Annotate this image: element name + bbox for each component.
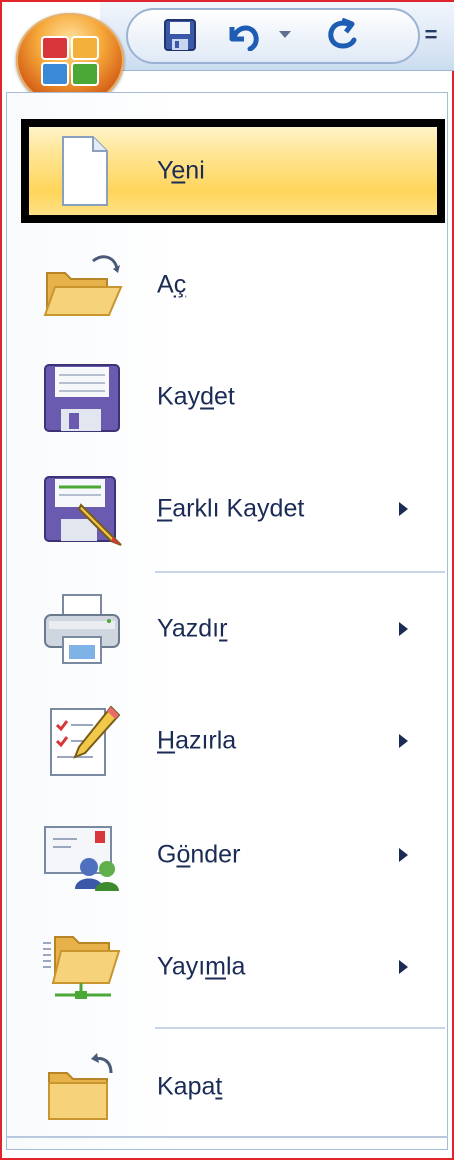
submenu-arrow-icon: [399, 848, 408, 862]
save-icon: [164, 19, 196, 51]
undo-dropdown-button[interactable]: [276, 18, 294, 52]
prepare-icon: [50, 705, 121, 776]
submenu-arrow-icon: [399, 622, 408, 636]
menu-item-kaydet[interactable]: Kaydet: [21, 345, 445, 449]
menu-item-kapat[interactable]: Kapat: [21, 1035, 445, 1139]
save-disk-icon: [44, 364, 120, 432]
menu-item-yeni[interactable]: Yeni: [21, 119, 445, 223]
open-folder-icon: [43, 255, 123, 316]
menu-item-label: Gönder: [157, 840, 241, 869]
quick-access-toolbar: =: [100, 2, 454, 71]
publish-icon: [43, 936, 121, 999]
office-button-icon: [41, 36, 99, 86]
menu-item-yazdir[interactable]: Yazdır: [21, 577, 445, 681]
menu-item-label: Kapat: [157, 1072, 223, 1101]
redo-button[interactable]: [322, 18, 362, 52]
menu-item-ac[interactable]: Aç: [21, 233, 445, 337]
redo-icon: [328, 18, 357, 49]
office-menu: Yeni Aç Kaydet Farklı Kaydet Yazdır Hazı…: [6, 92, 448, 1150]
menu-separator: [155, 1027, 445, 1029]
close-folder-icon: [48, 1053, 113, 1120]
menu-item-label: Kaydet: [157, 382, 235, 411]
menu-item-hazirla[interactable]: Hazırla: [21, 689, 445, 793]
send-icon: [44, 826, 119, 891]
menu-item-farkli-kaydet[interactable]: Farklı Kaydet: [21, 457, 445, 561]
menu-item-label: Aç: [157, 270, 187, 299]
new-document-icon: [62, 136, 108, 206]
save-button[interactable]: [160, 18, 200, 52]
menu-item-gonder[interactable]: Gönder: [21, 803, 445, 907]
printer-icon: [44, 594, 120, 664]
menu-separator: [155, 571, 445, 573]
submenu-arrow-icon: [399, 502, 408, 516]
undo-dropdown-icon: [279, 31, 291, 38]
customize-toolbar-button[interactable]: =: [418, 18, 444, 52]
menu-item-label: Hazırla: [157, 726, 237, 755]
submenu-arrow-icon: [399, 734, 408, 748]
save-as-icon: [44, 476, 122, 546]
undo-icon: [229, 25, 259, 51]
customize-icon: =: [424, 22, 438, 47]
menu-item-label: Yeni: [157, 156, 205, 185]
menu-item-label: Yayımla: [157, 952, 246, 981]
submenu-arrow-icon: [399, 960, 408, 974]
menu-item-label: Yazdır: [157, 614, 228, 643]
menu-item-label: Farklı Kaydet: [157, 494, 305, 523]
menu-bottom-border: [6, 1136, 448, 1138]
menu-item-yayimla[interactable]: Yayımla: [21, 915, 445, 1019]
undo-button[interactable]: [224, 18, 264, 52]
